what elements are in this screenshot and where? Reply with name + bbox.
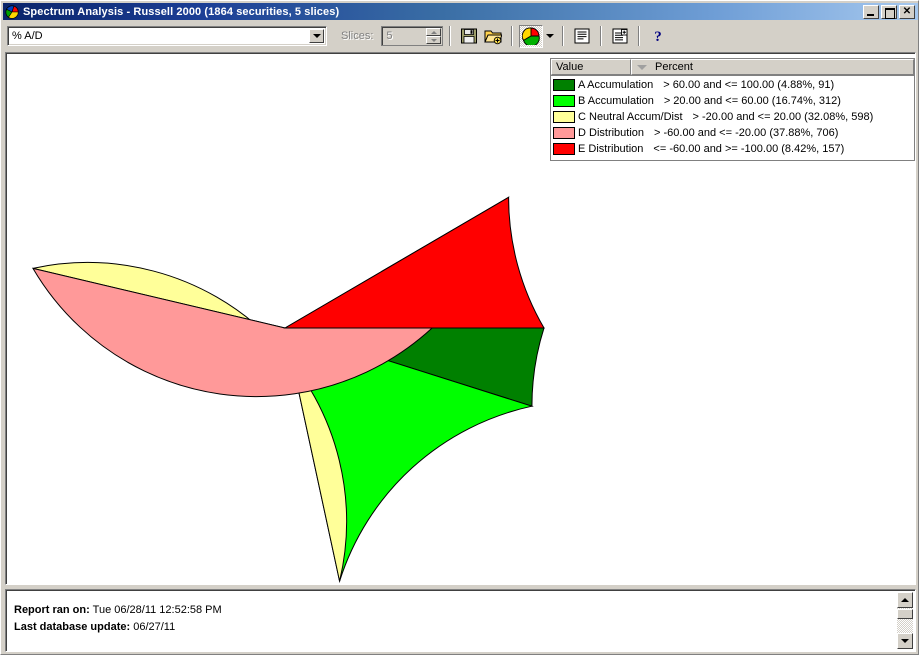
report-footer-panel: Report ran on: Tue 06/28/11 12:52:58 PM … [5, 589, 916, 652]
legend-color-swatch [553, 95, 575, 107]
toolbar-separator-4 [600, 26, 603, 46]
application-window: Spectrum Analysis - Russell 2000 (1864 s… [0, 0, 919, 655]
legend-row-range: > -20.00 and <= 20.00 (32.08%, 598) [692, 111, 874, 123]
legend-row-list: A Accumulation > 60.00 and <= 100.00 (4.8… [551, 76, 914, 157]
legend-row-range: > 20.00 and <= 60.00 (16.74%, 312) [663, 95, 841, 107]
pie-chart-view-button[interactable] [519, 24, 544, 48]
toolbar-separator-3 [562, 26, 565, 46]
legend-color-swatch [553, 127, 575, 139]
window-title: Spectrum Analysis - Russell 2000 (1864 s… [23, 5, 340, 18]
legend-row-label: C Neutral Accum/Dist [578, 111, 683, 123]
report-db-update-line: Last database update: 06/27/11 [14, 619, 915, 636]
toolbar: % A/D Slices: 5 ? [3, 22, 918, 50]
list-icon [574, 28, 590, 44]
report-vertical-scrollbar[interactable] [897, 592, 913, 649]
maximize-button[interactable] [881, 4, 897, 19]
list-view-button[interactable] [570, 24, 595, 48]
legend-row-label: D Distribution [578, 127, 645, 139]
open-add-button[interactable] [481, 24, 506, 48]
close-icon: ✕ [902, 5, 912, 17]
legend-header-row: Value Percent [551, 59, 914, 76]
legend-row-label: B Accumulation [578, 95, 654, 107]
legend-color-swatch [553, 111, 575, 123]
report-view-button[interactable] [608, 24, 633, 48]
indicator-combo-value: % A/D [12, 30, 43, 42]
legend-row-range: > -60.00 and <= -20.00 (37.88%, 706) [654, 127, 839, 139]
scroll-down-button[interactable] [897, 633, 913, 649]
toolbar-separator-5 [638, 26, 641, 46]
slices-stepper[interactable]: 5 [381, 26, 444, 46]
report-ran-on-line: Report ran on: Tue 06/28/11 12:52:58 PM [14, 602, 915, 619]
legend-row[interactable]: D Distribution > -60.00 and <= -20.00 (37… [551, 125, 914, 141]
legend-color-swatch [553, 143, 575, 155]
chevron-down-icon[interactable] [309, 29, 324, 43]
legend-column-percent-label: Percent [655, 61, 693, 73]
app-pie-chart-icon [5, 4, 19, 19]
legend-row-label: A Accumulation [578, 79, 654, 91]
legend-row[interactable]: C Neutral Accum/Dist > -20.00 and <= 20.0… [551, 109, 914, 125]
legend-row-range: > 60.00 and <= 100.00 (4.88%, 91) [663, 79, 835, 91]
slices-spin-buttons [426, 28, 442, 44]
legend-color-swatch [553, 79, 575, 91]
report-db-update-label: Last database update: [14, 621, 131, 633]
toolbar-separator [449, 26, 452, 46]
chart-type-dropdown[interactable] [543, 24, 557, 48]
legend-row-label: E Distribution [578, 143, 644, 155]
chart-canvas: Value Percent A Accumulation > 60.00 and … [5, 52, 916, 585]
slices-label: Slices: [341, 30, 374, 42]
sort-descending-icon [637, 64, 647, 70]
legend-column-percent[interactable]: Percent [631, 59, 914, 75]
toolbar-separator-2 [511, 26, 514, 46]
slices-value: 5 [386, 30, 393, 42]
help-button[interactable]: ? [646, 24, 671, 48]
question-mark-icon: ? [655, 29, 663, 45]
pie-chart-icon [522, 27, 541, 45]
report-db-update-value: 06/27/11 [133, 621, 176, 633]
slices-increment-button[interactable] [426, 28, 442, 36]
report-add-icon [612, 28, 628, 44]
scrollbar-thumb[interactable] [897, 609, 913, 619]
minimize-button[interactable] [863, 4, 879, 19]
title-bar: Spectrum Analysis - Russell 2000 (1864 s… [3, 3, 918, 20]
report-ran-on-value: Tue 06/28/11 12:52:58 PM [92, 604, 222, 616]
legend-row[interactable]: E Distribution <= -60.00 and >= -100.00 (… [551, 141, 914, 157]
legend-row[interactable]: B Accumulation > 20.00 and <= 60.00 (16.7… [551, 93, 914, 109]
report-text: Report ran on: Tue 06/28/11 12:52:58 PM … [6, 590, 915, 636]
window-controls: ✕ [863, 4, 915, 19]
legend-row[interactable]: A Accumulation > 60.00 and <= 100.00 (4.8… [551, 77, 914, 93]
folder-add-icon [484, 30, 503, 45]
report-ran-on-label: Report ran on: [14, 604, 90, 616]
chart-legend: Value Percent A Accumulation > 60.00 and … [550, 58, 915, 161]
floppy-disk-icon [461, 28, 478, 44]
svg-text:?: ? [655, 29, 663, 45]
slices-decrement-button[interactable] [426, 36, 442, 44]
close-button[interactable]: ✕ [899, 4, 915, 19]
scroll-up-button[interactable] [897, 592, 913, 608]
indicator-combo[interactable]: % A/D [7, 26, 327, 46]
legend-column-value[interactable]: Value [551, 59, 631, 75]
legend-row-range: <= -60.00 and >= -100.00 (8.42%, 157) [653, 143, 845, 155]
save-button[interactable] [457, 24, 482, 48]
pie-slice[interactable] [283, 196, 545, 329]
